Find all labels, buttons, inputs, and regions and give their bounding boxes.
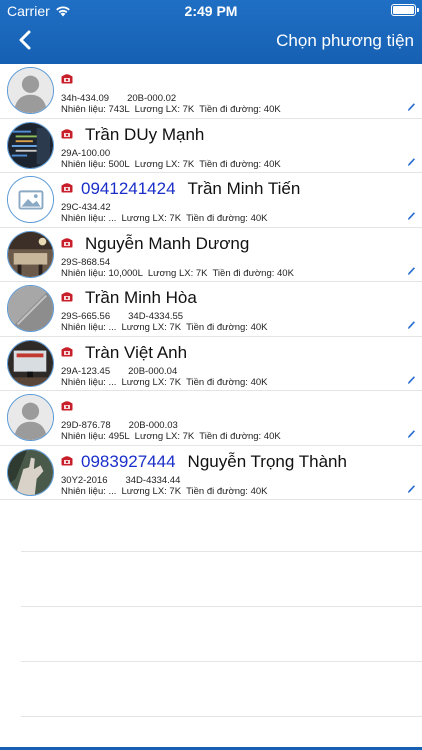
- road-fee-info: Tiền đi đường: 40K: [186, 485, 268, 497]
- plate-number: 30Y2-2016: [61, 474, 108, 486]
- plate-number: 29C-434.42: [61, 202, 111, 213]
- phone-icon[interactable]: [61, 291, 73, 302]
- avatar: [7, 121, 54, 169]
- plate-number: 29A-100.00: [61, 147, 111, 159]
- vehicle-row[interactable]: Tràn Việt Anh 29A-123.45 20B-000.04 Nhiê…: [0, 337, 422, 391]
- pencil-icon[interactable]: [407, 375, 416, 385]
- phone-icon[interactable]: [61, 73, 73, 84]
- fuel-info: Nhiên liệu: 500L: [61, 158, 130, 170]
- driver-salary-info: Lương LX: 7K: [121, 376, 182, 388]
- pencil-icon[interactable]: [407, 484, 416, 494]
- phone-number[interactable]: 0941241424: [81, 179, 176, 199]
- vehicle-row[interactable]: 29D-876.78 20B-000.03 Nhiên liệu: 495L L…: [0, 391, 422, 446]
- driver-name: Trần DUy Mạnh: [85, 124, 205, 144]
- fuel-info: Nhiên liệu: ...: [61, 485, 117, 497]
- vehicle-row[interactable]: 0983927444 Nguyễn Trọng Thành 30Y2-2016 …: [0, 446, 422, 500]
- vehicle-row[interactable]: 0941241424 Trần Minh Tiến 29C-434.42 Nhi…: [0, 173, 422, 228]
- back-arrow-icon[interactable]: [16, 29, 36, 51]
- avatar: [7, 67, 54, 114]
- trailer-plate-number: 20B-000.04: [128, 365, 178, 377]
- phone-icon[interactable]: [61, 346, 73, 357]
- phone-icon[interactable]: [61, 237, 73, 248]
- driver-name: Nguyễn Manh Dương: [85, 233, 250, 253]
- trailer-plate-number: 20B-000.03: [128, 420, 178, 431]
- avatar: [7, 176, 54, 223]
- pencil-icon[interactable]: [407, 157, 416, 167]
- pencil-icon[interactable]: [407, 429, 416, 439]
- fuel-info: Nhiên liệu: 743L: [61, 104, 130, 115]
- pencil-icon[interactable]: [407, 320, 416, 330]
- trailer-plate-number: 20B-000.02: [127, 93, 177, 104]
- battery-icon: [391, 4, 419, 16]
- phone-number[interactable]: 0983927444: [81, 452, 176, 472]
- avatar: [7, 394, 54, 441]
- trailer-plate-number: 34D-4334.55: [128, 311, 184, 322]
- driver-name: Trần Minh Hòa: [85, 288, 197, 307]
- driver-salary-info: Lương LX: 7K: [147, 267, 208, 279]
- fuel-info: Nhiên liệu: 10,000L: [61, 267, 143, 279]
- driver-salary-info: Lương LX: 7K: [121, 485, 182, 497]
- road-fee-info: Tiền đi đường: 40K: [199, 431, 281, 442]
- road-fee-info: Tiền đi đường: 40K: [186, 213, 268, 224]
- driver-salary-info: Lương LX: 7K: [134, 158, 195, 170]
- vehicle-row[interactable]: Trần DUy Mạnh 29A-100.00 Nhiên liệu: 500…: [0, 119, 422, 173]
- phone-icon[interactable]: [61, 182, 73, 193]
- plate-number: 29S-868.54: [61, 256, 111, 268]
- driver-name: Nguyễn Trọng Thành: [187, 451, 347, 471]
- empty-row-divider: [21, 606, 422, 607]
- plate-number: 29S-665.56: [61, 311, 111, 322]
- trailer-plate-number: 34D-4334.44: [125, 474, 181, 486]
- phone-icon[interactable]: [61, 128, 73, 139]
- empty-row-divider: [21, 716, 422, 717]
- vehicle-list: 34h-434.09 20B-000.02 Nhiên liệu: 743L L…: [0, 64, 422, 500]
- driver-salary-info: Lương LX: 7K: [134, 104, 195, 115]
- avatar: [7, 448, 54, 496]
- fuel-info: Nhiên liệu: ...: [61, 213, 117, 224]
- road-fee-info: Tiền đi đường: 40K: [199, 158, 281, 170]
- road-fee-info: Tiền đi đường: 40K: [212, 267, 294, 279]
- avatar: [7, 339, 54, 387]
- page-title: Chọn phương tiện: [276, 31, 414, 50]
- pencil-icon[interactable]: [407, 266, 416, 276]
- driver-salary-info: Lương LX: 7K: [121, 322, 182, 333]
- vehicle-row[interactable]: 34h-434.09 20B-000.02 Nhiên liệu: 743L L…: [0, 64, 422, 119]
- road-fee-info: Tiền đi đường: 40K: [199, 104, 281, 115]
- plate-number: 29A-123.45: [61, 365, 111, 377]
- driver-name: Trần Minh Tiến: [187, 179, 301, 198]
- driver-salary-info: Lương LX: 7K: [121, 213, 182, 224]
- navigation-bar: Carrier 2:49 PM Chọn phương tiện: [0, 0, 422, 64]
- fuel-info: Nhiên liệu: ...: [61, 322, 117, 333]
- fuel-info: Nhiên liệu: 495L: [61, 431, 130, 442]
- avatar: [7, 230, 54, 278]
- vehicle-row[interactable]: Nguyễn Manh Dương 29S-868.54 Nhiên liệu:…: [0, 228, 422, 282]
- plate-number: 29D-876.78: [61, 420, 111, 431]
- fuel-info: Nhiên liệu: ...: [61, 376, 117, 388]
- pencil-icon[interactable]: [407, 102, 416, 112]
- status-time: 2:49 PM: [184, 3, 238, 19]
- driver-name: Tràn Việt Anh: [85, 342, 188, 362]
- phone-icon[interactable]: [61, 400, 73, 411]
- empty-row-divider: [21, 551, 422, 552]
- phone-icon[interactable]: [61, 455, 73, 466]
- empty-row-divider: [21, 661, 422, 662]
- status-bar: Carrier 2:49 PM: [0, 0, 422, 22]
- road-fee-info: Tiền đi đường: 40K: [186, 376, 268, 388]
- driver-salary-info: Lương LX: 7K: [134, 431, 195, 442]
- plate-number: 34h-434.09: [61, 93, 110, 104]
- vehicle-row[interactable]: Trần Minh Hòa 29S-665.56 34D-4334.55 Nhi…: [0, 282, 422, 337]
- pencil-icon[interactable]: [407, 211, 416, 221]
- road-fee-info: Tiền đi đường: 40K: [186, 322, 268, 333]
- avatar: [7, 285, 54, 332]
